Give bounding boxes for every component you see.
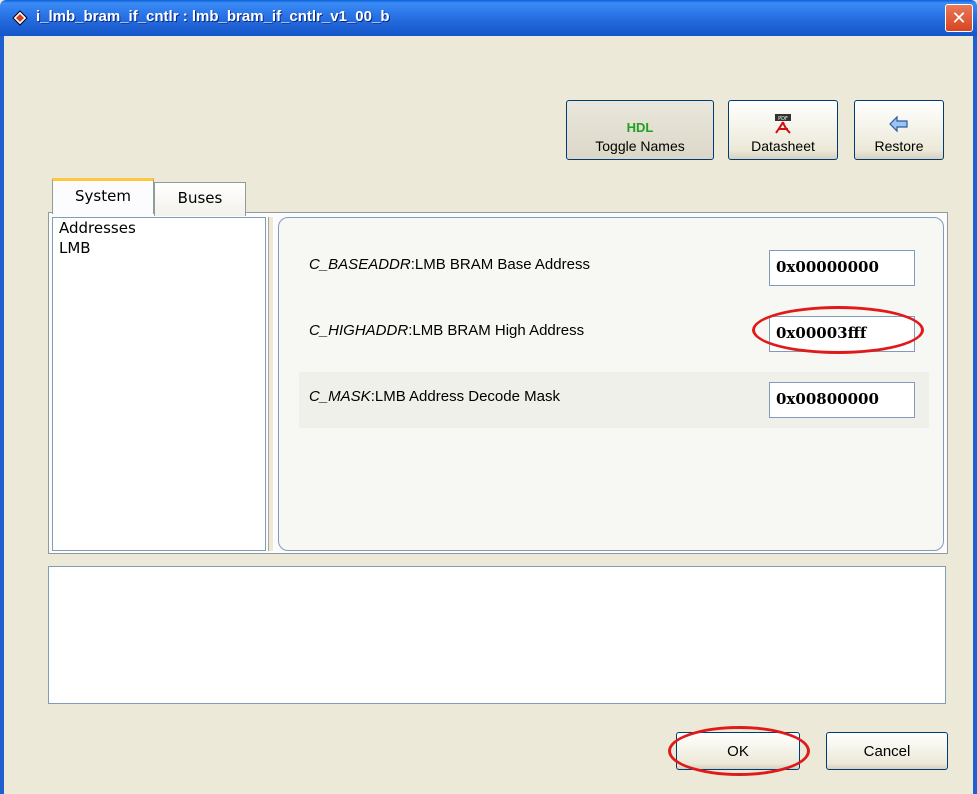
toggle-names-button[interactable]: HDL Toggle Names bbox=[566, 100, 714, 160]
restore-button[interactable]: Restore bbox=[854, 100, 944, 160]
param-label: C_MASK:LMB Address Decode Mask bbox=[309, 388, 560, 405]
datasheet-label: Datasheet bbox=[751, 138, 815, 154]
param-name: C_HIGHADDR bbox=[309, 322, 409, 339]
tab-buses-label: Buses bbox=[177, 189, 223, 207]
cancel-button[interactable]: Cancel bbox=[826, 732, 948, 770]
close-button[interactable]: ✕ bbox=[945, 4, 973, 32]
ok-annotation-circle bbox=[668, 726, 810, 776]
highaddr-annotation-circle bbox=[752, 306, 924, 354]
tab-system-label: System bbox=[75, 187, 131, 205]
param-name: C_MASK bbox=[309, 388, 371, 405]
description-box bbox=[48, 566, 946, 704]
param-label: C_HIGHADDR:LMB BRAM High Address bbox=[309, 322, 585, 339]
param-desc: LMB Address Decode Mask bbox=[374, 388, 560, 405]
baseaddr-field[interactable]: 0x00000000 bbox=[769, 250, 915, 286]
window-frame-left bbox=[0, 36, 4, 794]
mask-field[interactable]: 0x00800000 bbox=[769, 382, 915, 418]
param-desc: LMB BRAM High Address bbox=[412, 322, 585, 339]
pdf-icon: PDF bbox=[775, 114, 791, 134]
splitter-handle[interactable] bbox=[268, 217, 274, 551]
window-title: i_lmb_bram_if_cntlr : lmb_bram_if_cntlr_… bbox=[36, 8, 390, 25]
svg-text:PDF: PDF bbox=[778, 116, 788, 122]
close-icon: ✕ bbox=[951, 7, 967, 29]
nav-item-lmb[interactable]: LMB bbox=[53, 238, 265, 258]
tab-system[interactable]: System bbox=[52, 178, 154, 214]
param-row-baseaddr: C_BASEADDR:LMB BRAM Base Address 0x00000… bbox=[299, 240, 929, 296]
nav-item-addresses[interactable]: Addresses bbox=[53, 218, 265, 238]
param-desc: LMB BRAM Base Address bbox=[414, 256, 590, 273]
parameters-panel: C_BASEADDR:LMB BRAM Base Address 0x00000… bbox=[278, 217, 944, 551]
toggle-names-label: Toggle Names bbox=[595, 138, 685, 154]
title-bar[interactable]: i_lmb_bram_if_cntlr : lmb_bram_if_cntlr_… bbox=[0, 0, 977, 36]
param-label: C_BASEADDR:LMB BRAM Base Address bbox=[309, 256, 590, 273]
param-name: C_BASEADDR bbox=[309, 256, 411, 273]
datasheet-button[interactable]: PDF Datasheet bbox=[728, 100, 838, 160]
tab-buses[interactable]: Buses bbox=[154, 182, 246, 216]
category-list[interactable]: Addresses LMB bbox=[52, 217, 266, 551]
restore-arrow-icon bbox=[889, 115, 908, 133]
restore-label: Restore bbox=[874, 138, 924, 154]
hdl-icon: HDL bbox=[626, 120, 654, 135]
window-frame-right bbox=[973, 36, 977, 794]
app-diamond-icon bbox=[12, 10, 28, 26]
cancel-label: Cancel bbox=[863, 742, 911, 760]
param-row-mask: C_MASK:LMB Address Decode Mask 0x0080000… bbox=[299, 372, 929, 428]
